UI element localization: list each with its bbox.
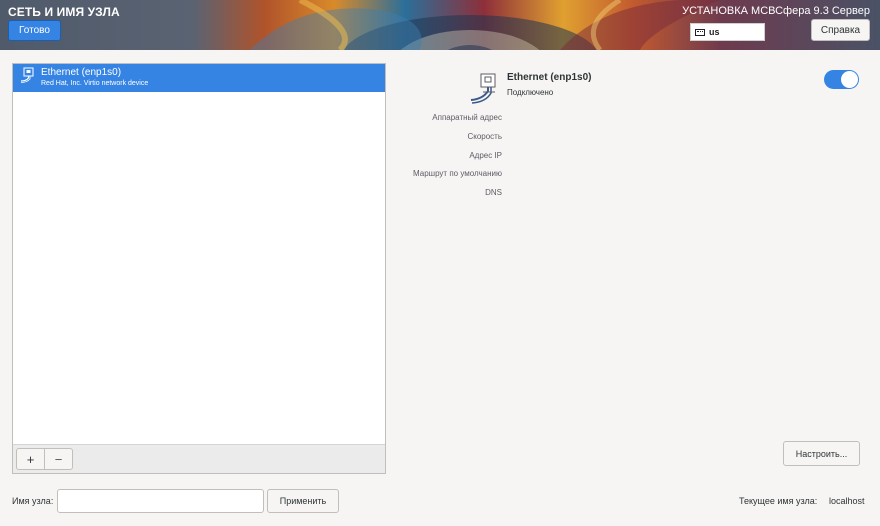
network-wired-icon bbox=[20, 67, 34, 83]
network-wired-icon bbox=[470, 73, 496, 104]
hostname-label: Имя узла: bbox=[12, 496, 54, 506]
device-list: Ethernet (enp1s0) Red Hat, Inc. Virtio n… bbox=[12, 63, 386, 474]
ip-address-label: Адрес IP bbox=[469, 151, 502, 160]
list-item-ethernet[interactable]: Ethernet (enp1s0) Red Hat, Inc. Virtio n… bbox=[13, 64, 385, 92]
add-device-button[interactable]: + bbox=[16, 448, 45, 470]
toggle-knob bbox=[841, 71, 858, 88]
hostname-input[interactable] bbox=[57, 489, 264, 513]
help-button[interactable]: Справка bbox=[811, 19, 870, 41]
default-route-label: Маршрут по умолчанию bbox=[413, 169, 502, 178]
dns-label: DNS bbox=[485, 188, 502, 197]
product-title: УСТАНОВКА МСВСфера 9.3 Сервер bbox=[682, 5, 870, 17]
device-description: Red Hat, Inc. Virtio network device bbox=[41, 80, 149, 87]
configure-button[interactable]: Настроить... bbox=[783, 441, 860, 466]
device-list-toolbar: + − bbox=[13, 444, 385, 473]
detail-device-name: Ethernet (enp1s0) bbox=[507, 72, 592, 83]
device-enable-toggle[interactable] bbox=[824, 70, 859, 89]
header-bar: СЕТЬ И ИМЯ УЗЛА Готово УСТАНОВКА МСВСфер… bbox=[0, 0, 880, 50]
current-hostname-value: localhost bbox=[829, 496, 865, 506]
hardware-address-label: Аппаратный адрес bbox=[432, 113, 502, 122]
device-name: Ethernet (enp1s0) bbox=[41, 67, 122, 78]
done-button[interactable]: Готово bbox=[8, 20, 61, 41]
remove-device-button[interactable]: − bbox=[44, 448, 73, 470]
apply-hostname-button[interactable]: Применить bbox=[267, 489, 339, 513]
keyboard-layout-label: us bbox=[709, 27, 720, 37]
speed-label: Скорость bbox=[467, 132, 502, 141]
connection-status: Подключено bbox=[507, 88, 554, 97]
keyboard-icon bbox=[695, 28, 705, 36]
keyboard-layout-indicator[interactable]: us bbox=[690, 23, 765, 41]
page-title: СЕТЬ И ИМЯ УЗЛА bbox=[8, 5, 120, 19]
current-hostname-label: Текущее имя узла: bbox=[739, 496, 818, 506]
